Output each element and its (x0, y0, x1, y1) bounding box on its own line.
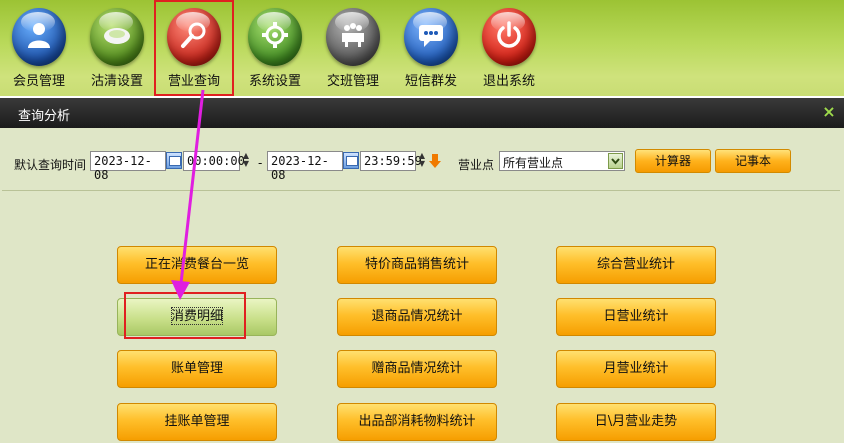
arrow-down-icon[interactable] (429, 153, 441, 169)
plate-icon (90, 8, 144, 66)
panel-title: 查询分析 (18, 109, 71, 124)
toolbar-exit-button[interactable]: 退出系统 (470, 0, 548, 96)
end-time-input[interactable]: 23:59:59 (360, 151, 422, 171)
monthly-business-stats-button[interactable]: 月营业统计 (556, 350, 716, 388)
toolbar-shift-button[interactable]: 交班管理 (314, 0, 392, 96)
close-icon[interactable]: × (820, 102, 838, 122)
search-icon (167, 8, 221, 66)
query-filter-bar: 默认查询时间 2023-12-08 00:00:00 ▲ ▼ - 2023-12-… (2, 130, 840, 191)
toolbar-soldout-label: 沽清设置 (90, 74, 143, 89)
end-calendar-icon[interactable] (343, 152, 359, 169)
message-icon (404, 8, 458, 66)
location-label: 营业点 (458, 158, 495, 172)
toolbar-soldout-button[interactable]: 沽清设置 (78, 0, 156, 96)
toolbar-business-query-button[interactable]: 营业查询 (154, 0, 234, 96)
gear-icon (248, 8, 302, 66)
overall-business-stats-button[interactable]: 综合营业统计 (556, 246, 716, 284)
main-toolbar: 会员管理 沽清设置 营业查询 系统设置 交班管理 短信群发 退出系统 (0, 0, 844, 96)
bill-management-button[interactable]: 账单管理 (117, 350, 277, 388)
power-icon (482, 8, 536, 66)
start-calendar-icon[interactable] (166, 152, 182, 169)
toolbar-member-button[interactable]: 会员管理 (0, 0, 78, 96)
panel-title-bar: 查询分析 × (0, 98, 844, 128)
notepad-button[interactable]: 记事本 (715, 149, 791, 173)
start-time-input[interactable]: 00:00:00 (183, 151, 245, 171)
end-time-spinner-icon[interactable]: ▲ ▼ (416, 152, 428, 170)
shift-icon (326, 8, 380, 66)
toolbar-shift-label: 交班管理 (326, 74, 379, 89)
location-select-value: 所有营业点 (503, 156, 564, 170)
returned-items-stats-button[interactable]: 退商品情况统计 (337, 298, 497, 336)
daily-monthly-trend-button[interactable]: 日\月营业走势 (556, 403, 716, 441)
special-price-sales-stats-button[interactable]: 特价商品销售统计 (337, 246, 497, 284)
toolbar-sms-label: 短信群发 (404, 74, 457, 89)
start-time-spinner-icon[interactable]: ▲ ▼ (240, 152, 252, 170)
calculator-button[interactable]: 计算器 (635, 149, 711, 173)
start-date-input[interactable]: 2023-12-08 (90, 151, 166, 182)
focus-outline (171, 307, 223, 325)
credit-bill-management-button[interactable]: 挂账单管理 (117, 403, 277, 441)
complimentary-items-stats-button[interactable]: 赠商品情况统计 (337, 350, 497, 388)
toolbar-member-label: 会员管理 (12, 74, 65, 89)
kitchen-material-consumption-button[interactable]: 出品部消耗物料统计 (337, 403, 497, 441)
dining-tables-in-use-button[interactable]: 正在消费餐台一览 (117, 246, 277, 284)
end-date-input[interactable]: 2023-12-08 (267, 151, 343, 182)
chevron-down-icon[interactable] (608, 153, 623, 169)
location-select[interactable]: 所有营业点 (499, 151, 625, 171)
toolbar-sms-button[interactable]: 短信群发 (392, 0, 470, 96)
toolbar-business-query-label: 营业查询 (167, 74, 220, 89)
daily-business-stats-button[interactable]: 日营业统计 (556, 298, 716, 336)
date-range-separator: - (258, 156, 263, 170)
toolbar-settings-button[interactable]: 系统设置 (236, 0, 314, 96)
member-icon (12, 8, 66, 66)
toolbar-settings-label: 系统设置 (248, 74, 301, 89)
default-query-time-label: 默认查询时间 (14, 158, 87, 172)
toolbar-exit-label: 退出系统 (482, 74, 535, 89)
